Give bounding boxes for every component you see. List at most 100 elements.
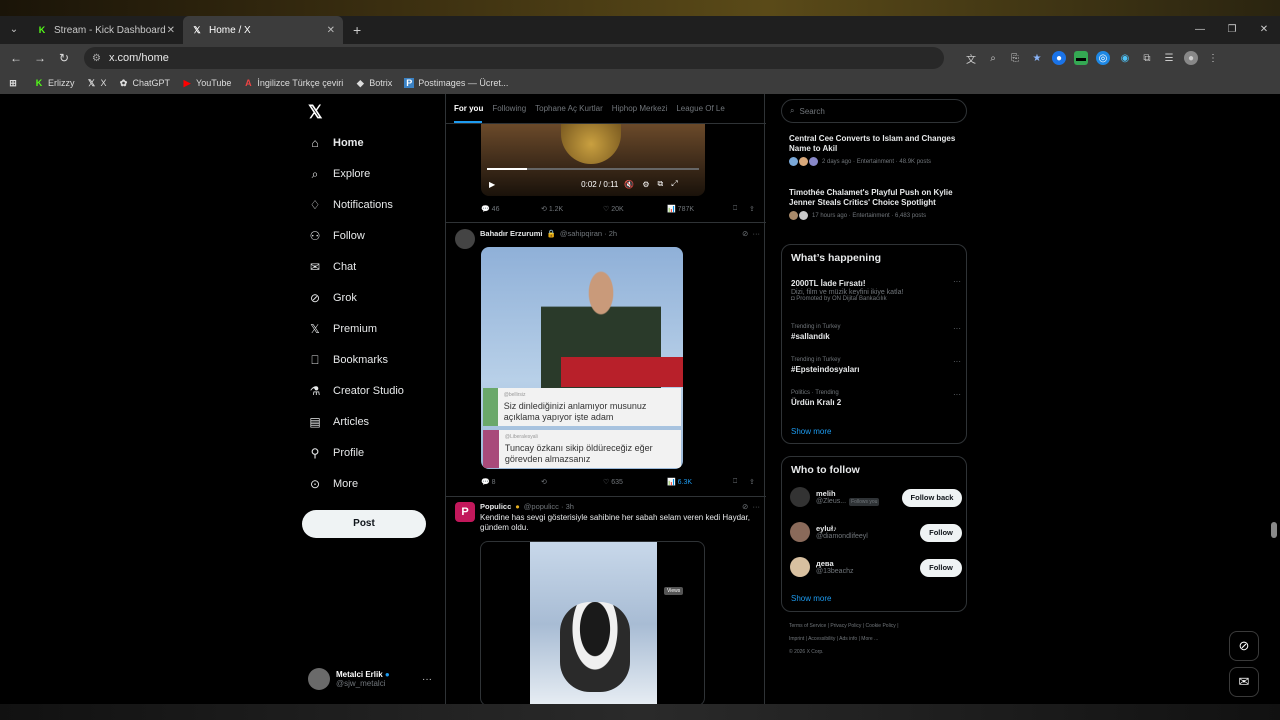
close-icon[interactable]: ✕ <box>327 25 335 36</box>
avatar[interactable]: P <box>455 502 475 522</box>
sidebar-item-follow[interactable]: ⚇ Follow <box>308 226 365 246</box>
tab-hiphop[interactable]: Hiphop Merkezi <box>612 94 677 123</box>
sidebar-item-bookmarks[interactable]: ⎕ Bookmarks <box>308 350 388 370</box>
bookmark-item[interactable]: ✿ ChatGPT <box>119 78 170 89</box>
close-window-icon[interactable]: ✕ <box>1248 16 1280 44</box>
more-icon[interactable]: ··· <box>953 277 961 286</box>
repost-button[interactable]: ⟲ <box>541 478 603 486</box>
minimize-icon[interactable]: — <box>1184 16 1216 44</box>
repost-button[interactable]: ⟲ 1.2K <box>541 205 603 214</box>
reply-button[interactable]: 💬 46 <box>481 205 541 214</box>
tweet-time[interactable]: 2h <box>609 229 617 238</box>
extension-blue-icon[interactable]: ● <box>1052 51 1066 65</box>
follow-suggestion[interactable]: дева @13beachz Follow <box>790 557 962 577</box>
x-logo-icon[interactable]: 𝕏 <box>308 102 323 123</box>
avatar[interactable] <box>455 229 475 249</box>
more-icon[interactable]: ⊘ ··· <box>742 229 760 238</box>
follow-suggestion[interactable]: melih @Zleus... Follows you Follow back <box>790 487 962 507</box>
share-icon[interactable]: ⇪ <box>749 205 755 213</box>
bookmark-item[interactable]: K Erlizzy <box>34 78 75 88</box>
scrollbar[interactable] <box>1268 94 1280 704</box>
follow-button[interactable]: Follow <box>920 559 962 577</box>
bookmark-item[interactable]: A İngilizce Türkçe çeviri <box>243 78 343 88</box>
forward-icon[interactable]: → <box>28 51 52 65</box>
reload-icon[interactable]: ↻ <box>52 51 76 65</box>
back-icon[interactable]: ← <box>4 51 28 65</box>
show-more-link[interactable]: Show more <box>791 594 831 603</box>
views-button[interactable]: 📊 787K <box>667 205 733 214</box>
tweet-video[interactable] <box>480 541 705 704</box>
more-icon[interactable]: ··· <box>953 324 961 333</box>
sidebar-item-more[interactable]: ⊙ More <box>308 474 358 494</box>
trend-item[interactable]: Trending in Turkey #sallandık ··· <box>791 324 961 341</box>
sidebar-item-notifications[interactable]: ♢ Notifications <box>308 195 393 215</box>
tab-for-you[interactable]: For you <box>454 94 492 123</box>
tab-league[interactable]: League Of Le <box>676 94 733 123</box>
profile-avatar-icon[interactable]: ● <box>1184 51 1198 65</box>
maximize-icon[interactable]: ❐ <box>1216 16 1248 44</box>
apps-icon[interactable]: ⊞ <box>8 78 22 88</box>
tweet-author[interactable]: Populicc <box>480 502 511 511</box>
more-icon[interactable]: ⊘ ··· <box>742 502 760 511</box>
site-info-icon[interactable]: ⚙ <box>92 53 101 64</box>
more-icon[interactable]: ··· <box>953 357 961 366</box>
tweet-handle[interactable]: @populicc <box>524 502 559 511</box>
reply-button[interactable]: 💬 8 <box>481 478 541 487</box>
follow-button[interactable]: Follow <box>920 524 962 542</box>
trend-item[interactable]: 2000TL İade Fırsatı! Dizi, film ve müzik… <box>791 277 961 302</box>
footer-link[interactable]: Accessibility <box>808 636 835 642</box>
bookmark-item[interactable]: 𝕏X <box>87 78 107 89</box>
footer-link[interactable]: Privacy Policy <box>830 623 861 629</box>
news-item[interactable]: Central Cee Converts to Islam and Change… <box>789 134 961 166</box>
sidebar-item-premium[interactable]: 𝕏 Premium <box>308 319 377 339</box>
follow-suggestion[interactable]: eyluł♪ @diamondlifeeyl Follow <box>790 522 962 542</box>
browser-tab-x[interactable]: 𝕏 Home / X ✕ <box>183 16 343 44</box>
share-icon[interactable]: ⇪ <box>749 478 755 486</box>
bookmark-icon[interactable]: ⎕ <box>733 478 749 486</box>
bookmark-item[interactable]: ▶ YouTube <box>182 78 232 89</box>
install-icon[interactable]: ⎘ <box>1008 51 1022 65</box>
scrollbar-thumb[interactable] <box>1271 522 1277 538</box>
zoom-icon[interactable]: ⌕ <box>986 51 1000 65</box>
trend-item[interactable]: Trending in Turkey #Epsteindosyaları ··· <box>791 357 961 374</box>
bookmark-item[interactable]: P Postimages — Ücret... <box>404 78 508 88</box>
extension-bluebird-icon[interactable]: ◉ <box>1118 51 1132 65</box>
new-tab-icon[interactable]: + <box>353 22 361 38</box>
tab-search-icon[interactable]: ⌄ <box>6 22 22 38</box>
like-button[interactable]: ♡ 635 <box>603 478 667 487</box>
fullscreen-icon[interactable]: ⤢ <box>671 179 677 189</box>
views-button[interactable]: 📊 6.3K <box>667 478 733 487</box>
video-progress-bar[interactable] <box>487 168 699 170</box>
like-button[interactable]: ♡ 20K <box>603 205 667 214</box>
more-icon[interactable]: ··· <box>422 674 432 685</box>
pip-icon[interactable]: ⧉ <box>658 179 664 189</box>
sidebar-item-profile[interactable]: ⚲ Profile <box>308 443 365 463</box>
search-input[interactable]: ⌕ Search <box>781 99 967 123</box>
video-player[interactable]: ▶ 0:02 / 0:11 🔇 ⚙ ⧉ ⤢ <box>481 124 705 196</box>
messages-icon[interactable]: ✉ <box>1229 667 1259 697</box>
grok-icon[interactable]: ⊘ <box>1229 631 1259 661</box>
post-button[interactable]: Post <box>302 510 426 538</box>
tab-tophane[interactable]: Tophane Aç Kurtlar <box>535 94 612 123</box>
bookmark-star-icon[interactable]: ★ <box>1030 51 1044 65</box>
browser-tab-kick[interactable]: K Stream - Kick Dashboard ✕ <box>28 16 183 44</box>
bookmark-icon[interactable]: ⎕ <box>733 205 749 213</box>
follow-back-button[interactable]: Follow back <box>902 489 962 507</box>
sidebar-item-articles[interactable]: ▤ Articles <box>308 412 369 432</box>
sidebar-item-creator-studio[interactable]: ⚗ Creator Studio <box>308 381 404 401</box>
tweet-time[interactable]: 3h <box>566 502 574 511</box>
account-switcher[interactable]: Metalci Erlik ● @sjw_metalci ··· <box>308 668 436 690</box>
extension-green-icon[interactable]: ▬ <box>1074 51 1088 65</box>
extension-circle-icon[interactable]: ◎ <box>1096 51 1110 65</box>
show-more-link[interactable]: Show more <box>791 427 831 436</box>
tab-following[interactable]: Following <box>492 94 535 123</box>
footer-link[interactable]: More ... <box>861 636 878 642</box>
footer-link[interactable]: Imprint <box>789 636 804 642</box>
tweet-author[interactable]: Bahadır Erzurumi <box>480 229 543 238</box>
tweet-image[interactable]: @bellirsiz Siz dinlediğinizi anlamıyor mu… <box>481 247 683 469</box>
mute-icon[interactable]: 🔇 <box>624 180 634 189</box>
reading-list-icon[interactable]: ☰ <box>1162 51 1176 65</box>
puzzle-icon[interactable]: ⧉ <box>1140 51 1154 65</box>
more-icon[interactable]: ··· <box>953 390 961 399</box>
tweet-handle[interactable]: @sahipqiran <box>560 229 602 238</box>
